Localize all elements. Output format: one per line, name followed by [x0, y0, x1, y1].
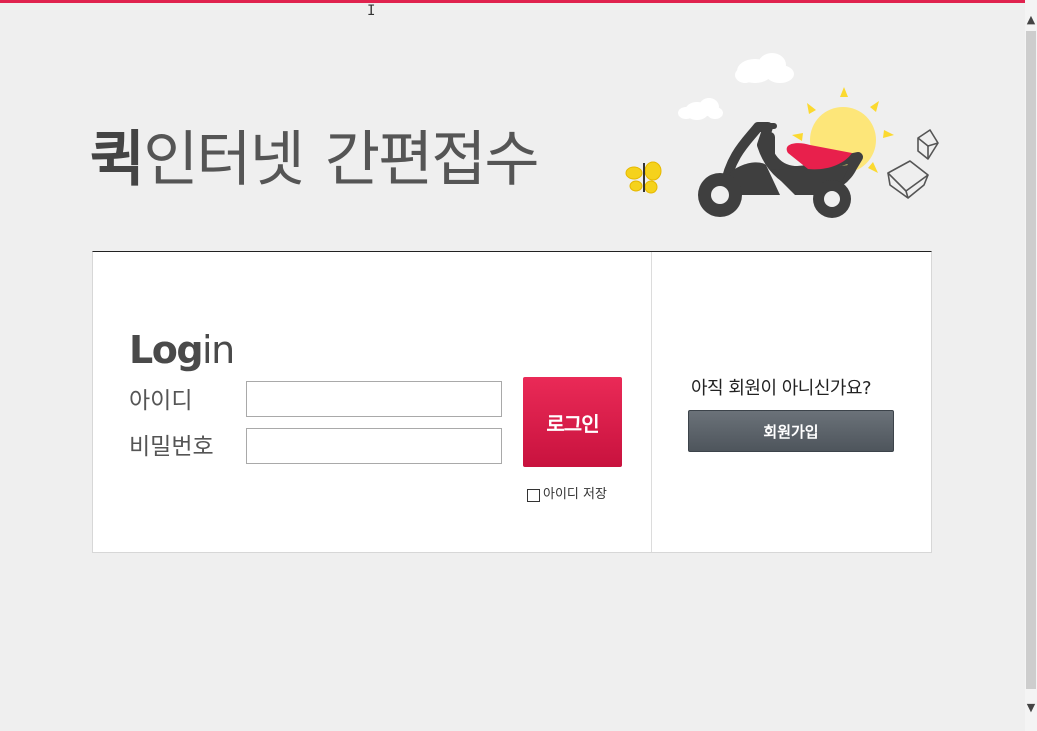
title-suffix: 간편접수	[324, 125, 540, 195]
save-id-checkbox[interactable]	[527, 488, 540, 502]
title-regular: 인터넷	[143, 125, 305, 195]
small-cloud-icon	[678, 98, 723, 120]
login-button[interactable]: 로그인	[523, 377, 622, 467]
chevron-down-icon[interactable]: ▼	[1025, 700, 1037, 716]
text-cursor-icon: I	[367, 3, 376, 19]
id-label: 아이디	[129, 388, 193, 414]
join-question: 아직 회원이 아니신가요?	[691, 378, 872, 399]
login-heading: Login	[129, 328, 235, 372]
box-icon	[887, 129, 939, 199]
password-label: 비밀번호	[129, 434, 214, 460]
login-panel: Login 아이디 비밀번호 로그인 아이디 저장 아직 회원이 아니신가요? …	[92, 251, 932, 553]
login-heading-regular: in	[202, 328, 235, 372]
save-id-option[interactable]: 아이디 저장	[527, 487, 607, 503]
id-input[interactable]	[246, 381, 502, 417]
save-id-label: 아이디 저장	[543, 487, 607, 502]
chevron-up-icon[interactable]: ▲	[1025, 12, 1037, 28]
page-title: 퀵인터넷 간편접수	[90, 124, 540, 196]
join-button[interactable]: 회원가입	[688, 410, 894, 452]
panel-divider	[651, 252, 652, 552]
password-input[interactable]	[246, 428, 502, 464]
cloud-icon	[735, 53, 794, 83]
title-bold: 퀵	[90, 125, 145, 195]
scrollbar-thumb[interactable]	[1026, 31, 1036, 689]
top-accent-bar	[0, 0, 1025, 3]
scooter-illustration	[625, 53, 939, 218]
login-heading-bold: Log	[129, 328, 204, 372]
vertical-scrollbar[interactable]: ▲ ▼	[1025, 0, 1037, 731]
butterfly-icon	[625, 161, 662, 194]
